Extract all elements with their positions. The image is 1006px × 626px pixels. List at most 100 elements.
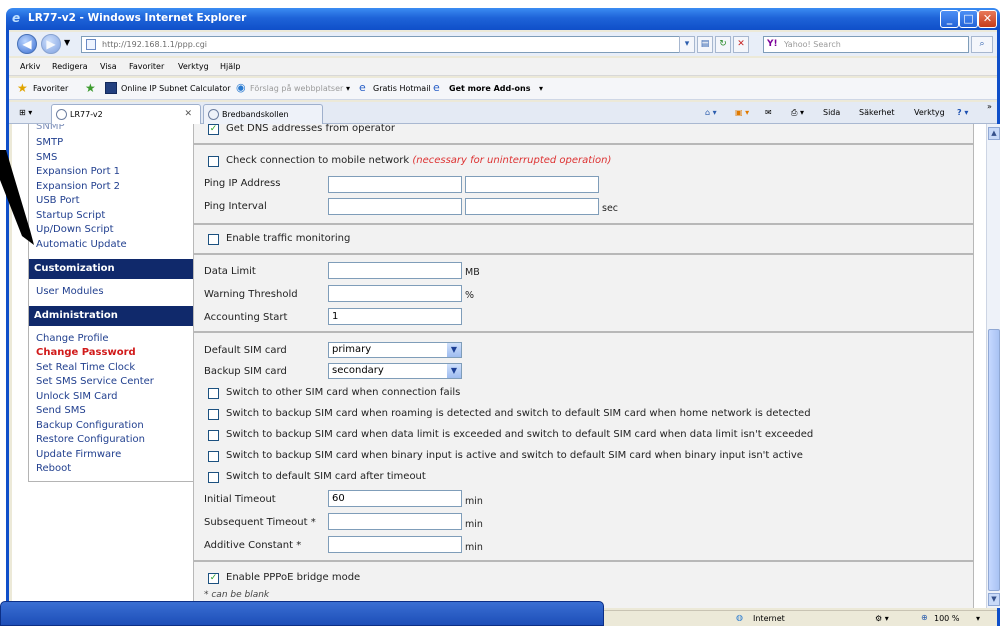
check-connection-checkbox[interactable] [208, 156, 219, 167]
backup-sim-value: secondary [332, 365, 384, 376]
switch-on-fail-label: Switch to other SIM card when connection… [226, 387, 461, 398]
switch-data-limit-label: Switch to backup SIM card when data limi… [226, 429, 814, 440]
scroll-thumb[interactable] [988, 329, 1000, 591]
stop-icon[interactable]: ✕ [733, 36, 749, 53]
pppoe-bridge-checkbox[interactable]: ✓ [208, 573, 219, 584]
print-icon[interactable]: ⎙ ▾ [791, 108, 804, 118]
home-icon[interactable]: ⌂ ▾ [705, 108, 717, 117]
sidebar-item-sms[interactable]: SMS [36, 152, 57, 163]
sidebar-item-backup-configuration[interactable]: Backup Configuration [36, 420, 144, 431]
fav-subnet-calculator[interactable]: Online IP Subnet Calculator [121, 84, 231, 93]
menu-favorites[interactable]: Favoriter [129, 62, 164, 71]
maximize-button[interactable]: □ [959, 10, 978, 28]
scroll-up-icon[interactable]: ▲ [988, 127, 1000, 140]
menu-file[interactable]: Arkiv [20, 62, 40, 71]
additive-constant-input[interactable] [328, 536, 462, 553]
default-sim-select[interactable]: primary ▼ [328, 342, 462, 358]
sidebar-item-unlock-sim-card[interactable]: Unlock SIM Card [36, 391, 118, 402]
menu-edit[interactable]: Redigera [52, 62, 88, 71]
switch-data-limit-checkbox[interactable] [208, 430, 219, 441]
sidebar-item-set-real-time-clock[interactable]: Set Real Time Clock [36, 362, 135, 373]
add-favorite-icon[interactable]: ★ [85, 82, 97, 94]
sidebar-item-smtp[interactable]: SMTP [36, 137, 63, 148]
switch-timeout-checkbox[interactable] [208, 472, 219, 483]
address-input[interactable]: http://192.168.1.1/ppp.cgi [81, 36, 694, 53]
sidebar-item-snmp[interactable]: SNMP [36, 124, 65, 132]
compat-view-icon[interactable]: ▤ [697, 36, 713, 53]
history-dropdown-icon[interactable]: ▼ [64, 38, 70, 47]
sidebar-item-startup-script[interactable]: Startup Script [36, 210, 105, 221]
zoom-dropdown-icon[interactable]: ▾ [976, 614, 980, 623]
switch-roaming-checkbox[interactable] [208, 409, 219, 420]
favorites-bar: ★ Favoriter ★ Online IP Subnet Calculato… [9, 78, 997, 100]
status-zoom[interactable]: 100 % [934, 614, 959, 623]
sidebar-item-expansion-port-2[interactable]: Expansion Port 2 [36, 181, 120, 192]
menu-view[interactable]: Visa [100, 62, 117, 71]
initial-timeout-input[interactable] [328, 490, 462, 507]
chevron-down-icon: ▼ [447, 343, 461, 357]
tools-menu[interactable]: Verktyg [914, 108, 945, 117]
backup-sim-select[interactable]: secondary ▼ [328, 363, 462, 379]
window-title-bar: e LR77-v2 - Windows Internet Explorer _ … [6, 8, 1000, 30]
zoom-icon[interactable]: ⊕ [921, 613, 928, 622]
subsequent-timeout-input[interactable] [328, 513, 462, 530]
tab-close-icon[interactable]: ✕ [184, 109, 192, 119]
protected-mode-icon[interactable]: ⚙ ▾ [875, 614, 889, 623]
favorites-button[interactable]: Favoriter [33, 84, 68, 93]
close-button[interactable]: ✕ [978, 10, 997, 28]
fav-hotmail[interactable]: Gratis Hotmail [373, 84, 431, 93]
menu-help[interactable]: Hjälp [220, 62, 240, 71]
help-icon[interactable]: ? ▾ [957, 108, 968, 117]
switch-binary-input-checkbox[interactable] [208, 451, 219, 462]
traffic-monitoring-checkbox[interactable] [208, 234, 219, 245]
get-dns-checkbox[interactable]: ✓ [208, 124, 219, 135]
safety-menu[interactable]: Säkerhet [859, 108, 895, 117]
tab-lr77[interactable]: LR77-v2 ✕ [51, 104, 201, 124]
sidebar-item-expansion-port-1[interactable]: Expansion Port 1 [36, 166, 120, 177]
overlapping-window-titlebar[interactable] [0, 601, 604, 626]
ping-ip-input-1[interactable] [328, 176, 462, 193]
fav-suggested-sites[interactable]: Förslag på webbplatser [250, 84, 343, 93]
bredband-tab-icon [208, 109, 219, 120]
back-button[interactable]: ◀ [17, 34, 37, 54]
sidebar-item-user-modules[interactable]: User Modules [36, 286, 104, 297]
sidebar-item-updown-script[interactable]: Up/Down Script [36, 224, 114, 235]
sidebar-item-change-password[interactable]: Change Password [36, 347, 136, 358]
additive-constant-unit: min [465, 542, 483, 553]
page-menu[interactable]: Sida [823, 108, 840, 117]
page-scrollbar[interactable]: ▲ ▼ [986, 124, 1000, 608]
sidebar-item-set-sms-service-center[interactable]: Set SMS Service Center [36, 376, 154, 387]
sidebar-item-restore-configuration[interactable]: Restore Configuration [36, 434, 145, 445]
fav-suggested-dropdown-icon[interactable]: ▾ [346, 84, 350, 93]
tab-bredbandskollen-label: Bredbandskollen [222, 110, 289, 119]
search-icon[interactable]: ⌕ [971, 36, 993, 53]
mail-icon[interactable]: ✉ [765, 108, 772, 117]
addons-dropdown-icon[interactable]: ▾ [539, 84, 543, 93]
sidebar-item-automatic-update[interactable]: Automatic Update [36, 239, 127, 250]
forward-button[interactable]: ▶ [41, 34, 61, 54]
ping-interval-input-2[interactable] [465, 198, 599, 215]
globe-icon: ◍ [736, 613, 743, 622]
minimize-button[interactable]: _ [940, 10, 959, 28]
feeds-icon[interactable]: ▣ ▾ [735, 108, 749, 117]
sidebar-item-update-firmware[interactable]: Update Firmware [36, 449, 121, 460]
quick-tabs-icon[interactable]: ⊞ ▾ [19, 108, 32, 117]
refresh-icon[interactable]: ↻ [715, 36, 731, 53]
ping-interval-input-1[interactable] [328, 198, 462, 215]
warning-threshold-input[interactable] [328, 285, 462, 302]
accounting-start-input[interactable] [328, 308, 462, 325]
menu-tools[interactable]: Verktyg [178, 62, 209, 71]
sidebar-item-usb-port[interactable]: USB Port [36, 195, 80, 206]
switch-on-fail-checkbox[interactable] [208, 388, 219, 399]
search-input[interactable]: Y! Yahoo! Search [763, 36, 969, 53]
tab-bredbandskollen[interactable]: Bredbandskollen [203, 104, 323, 124]
chevron-right-icon[interactable]: » [987, 102, 992, 111]
address-dropdown-icon[interactable]: ▾ [679, 36, 695, 53]
data-limit-input[interactable] [328, 262, 462, 279]
sidebar-item-send-sms[interactable]: Send SMS [36, 405, 86, 416]
sidebar-item-reboot[interactable]: Reboot [36, 463, 71, 474]
fav-get-addons[interactable]: Get more Add-ons [449, 84, 531, 93]
scroll-down-icon[interactable]: ▼ [988, 593, 1000, 606]
ping-ip-input-2[interactable] [465, 176, 599, 193]
sidebar-item-change-profile[interactable]: Change Profile [36, 333, 109, 344]
